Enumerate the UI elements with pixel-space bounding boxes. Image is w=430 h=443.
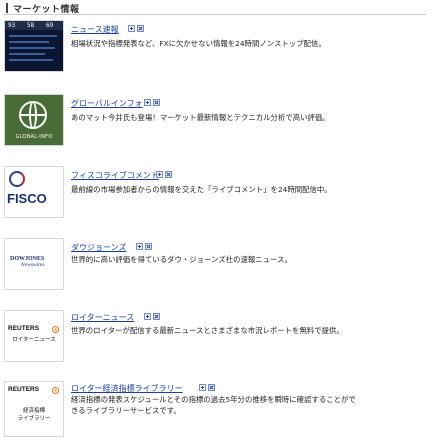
reuters-logo-icon xyxy=(52,387,59,394)
icon-group xyxy=(144,313,160,320)
thumbnail-caption: 経済指標 xyxy=(22,408,45,414)
icon-group xyxy=(144,99,160,106)
header-bar-icon xyxy=(6,3,8,13)
description-line: きるライブラリーサービスです。 xyxy=(71,406,181,415)
thumbnail-caption: ライブラリー xyxy=(17,416,51,422)
ticker-value: 93 xyxy=(8,22,16,29)
link-reuters-indicator-library[interactable]: ロイター経済指標ライブラリー xyxy=(71,383,183,394)
link-global-info[interactable]: グローバルインフォ xyxy=(71,98,143,109)
close-icon[interactable] xyxy=(153,99,160,106)
add-icon[interactable] xyxy=(156,171,163,178)
close-icon[interactable] xyxy=(153,313,160,320)
item-description: 相場状況や指標発表など、FXに欠かせない情報を24時間ノンストップ配信。 xyxy=(71,39,326,48)
newswires-brand: Newswires xyxy=(21,262,45,268)
fisco-logo-icon xyxy=(9,171,25,187)
close-icon[interactable] xyxy=(145,243,152,250)
reuters-news-thumbnail[interactable]: REUTERS ロイターニュース xyxy=(4,310,64,362)
icon-group xyxy=(128,25,144,32)
close-icon[interactable] xyxy=(208,384,215,391)
add-icon[interactable] xyxy=(128,25,135,32)
thumbnail-caption: ロイターニュース xyxy=(12,337,56,343)
add-icon[interactable] xyxy=(144,313,151,320)
item-description: あのマット今井氏も登場！マーケット最新情報とテクニカル分析で高い評価。 xyxy=(71,113,330,122)
link-reuters-news[interactable]: ロイターニュース xyxy=(71,312,134,323)
section-header: マーケット情報 xyxy=(4,2,426,15)
item-description: 経済指標の発表スケジュールとその指標の過去5年分の推移を瞬時に確認することがで … xyxy=(71,394,426,416)
description-line: 経済指標の発表スケジュールとその指標の過去5年分の推移を瞬時に確認することがで xyxy=(71,395,356,404)
close-icon[interactable] xyxy=(137,25,144,32)
ticker-strip: 93 58 69 xyxy=(5,21,63,30)
global-info-thumbnail[interactable]: GLOBAL-INFO xyxy=(4,94,64,146)
add-icon[interactable] xyxy=(144,99,151,106)
item-description: 世界的に高い評価を得ているダウ・ジョーンズ社の速報ニュース。 xyxy=(71,255,292,264)
item-description: 世界のロイターが配信する最新ニュースとさまざまな市況レポートを無料で提供。 xyxy=(71,326,344,335)
screen-line xyxy=(9,53,45,55)
thumbnail-caption: GLOBAL-INFO xyxy=(15,134,53,140)
screen-line xyxy=(9,35,57,37)
reuters-library-thumbnail[interactable]: REUTERS 経済指標 ライブラリー xyxy=(4,381,64,437)
screen-line xyxy=(9,41,49,43)
globe-icon xyxy=(19,101,47,129)
section-title: マーケット情報 xyxy=(13,5,80,15)
icon-group xyxy=(136,243,152,250)
ticker-value: 69 xyxy=(46,22,54,29)
screen-line xyxy=(9,47,55,49)
reuters-brand: REUTERS xyxy=(8,386,40,393)
link-dow-jones[interactable]: ダウジョーンズ xyxy=(71,242,126,253)
reuters-brand: REUTERS xyxy=(8,325,40,332)
fisco-thumbnail[interactable]: FISCO xyxy=(4,166,64,218)
fisco-brand: FISCO xyxy=(7,191,47,206)
news-thumbnail[interactable]: 93 58 69 xyxy=(4,20,64,72)
link-news-flash[interactable]: ニュース速報 xyxy=(71,24,119,35)
add-icon[interactable] xyxy=(136,243,143,250)
add-icon[interactable] xyxy=(199,384,206,391)
link-fisco-live-comment[interactable]: フィスコライブコメント xyxy=(71,170,159,181)
screen-line xyxy=(9,59,53,61)
ticker-value: 58 xyxy=(27,22,35,29)
close-icon[interactable] xyxy=(165,171,172,178)
reuters-logo-icon xyxy=(52,326,59,333)
dow-jones-thumbnail[interactable]: DOWJONES Newswires xyxy=(4,238,64,290)
item-description: 最前線の市場参加者からの情報を交えた「ライブコメント」を24時間配信中。 xyxy=(71,185,332,194)
icon-group xyxy=(156,171,172,178)
icon-group xyxy=(199,384,215,391)
